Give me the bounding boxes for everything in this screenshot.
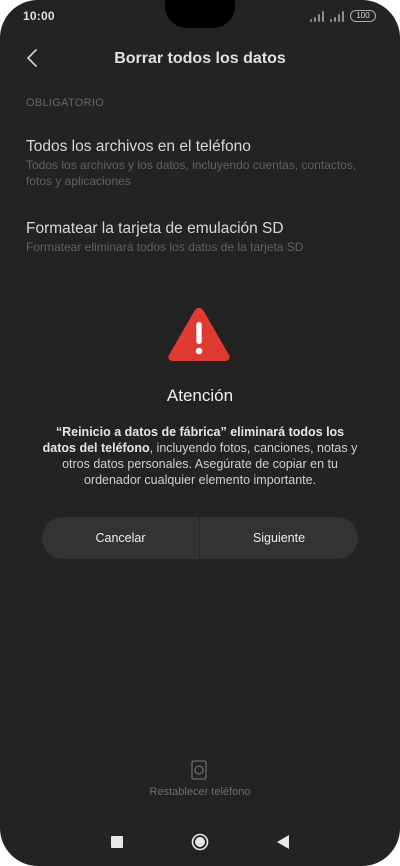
home-icon[interactable] bbox=[191, 833, 209, 851]
dialog-title: Atención bbox=[166, 386, 234, 405]
cancel-button[interactable]: Cancelar bbox=[42, 517, 199, 559]
dialog-buttons: Cancelar Siguiente bbox=[42, 517, 358, 559]
reset-phone-label: Restablecer teléfono bbox=[149, 786, 251, 798]
phone-screen: 10:00 100 Borrar todos los datos OBLIGAT… bbox=[0, 0, 400, 866]
navigation-bar bbox=[0, 828, 400, 858]
warning-triangle-icon bbox=[168, 308, 230, 361]
back-triangle-icon[interactable] bbox=[276, 834, 290, 850]
dialog-message: “Reinicio a datos de fábrica” eliminará … bbox=[40, 424, 360, 488]
reset-phone-icon bbox=[191, 760, 207, 780]
recent-apps-icon[interactable] bbox=[111, 836, 123, 848]
next-button[interactable]: Siguiente bbox=[200, 517, 358, 559]
